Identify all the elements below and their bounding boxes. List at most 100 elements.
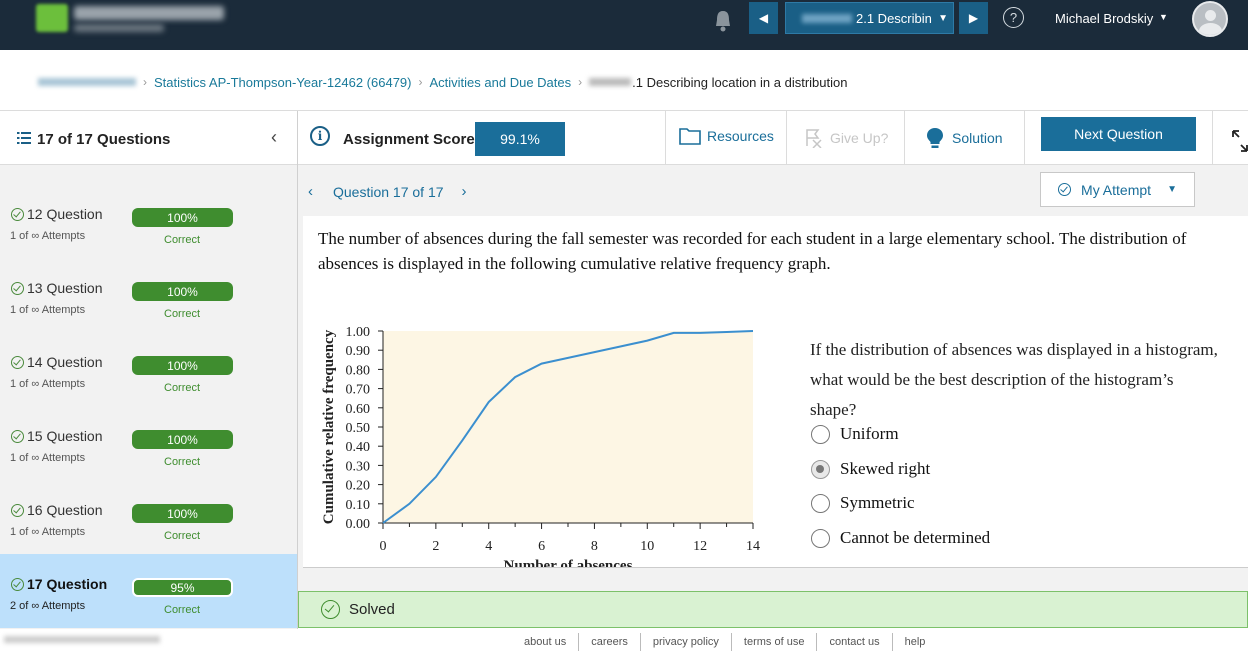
resources-button[interactable]: Resources xyxy=(679,127,774,145)
question-content: ‹ Question 17 of 17 › My Attempt ▼ The n… xyxy=(298,165,1248,591)
fullscreen-expand-icon[interactable] xyxy=(1231,129,1248,153)
check-circle-icon xyxy=(321,600,340,619)
sidebar-item-question-16[interactable]: 16 Question 1 of ∞ Attempts 100% Correct xyxy=(0,487,297,561)
check-circle-icon xyxy=(11,208,24,221)
sidebar-item-question-15[interactable]: 15 Question 1 of ∞ Attempts 100% Correct xyxy=(0,413,297,487)
dropdown-caret-icon: ▼ xyxy=(1167,184,1177,195)
y-tick-label: 0.90 xyxy=(346,344,371,359)
resources-label: Resources xyxy=(707,128,774,144)
check-circle-icon xyxy=(11,430,24,443)
answer-option-skewed-right[interactable]: Skewed right xyxy=(811,459,930,479)
question-prompt: If the distribution of absences was disp… xyxy=(810,340,1218,419)
app-logo-subtext xyxy=(74,24,164,32)
flag-icon xyxy=(806,129,822,148)
avatar[interactable] xyxy=(1192,1,1228,37)
next-question-chevron-icon[interactable]: › xyxy=(462,183,467,200)
dropdown-caret-icon: ▼ xyxy=(938,13,948,24)
next-assignment-button[interactable]: ▶ xyxy=(959,2,988,34)
x-axis: 0 2 4 6 8 10 12 14 xyxy=(380,522,760,554)
answer-option-uniform[interactable]: Uniform xyxy=(811,424,899,444)
list-icon xyxy=(17,132,31,144)
radio-button[interactable] xyxy=(811,424,830,444)
y-tick-label: 1.00 xyxy=(346,325,371,340)
breadcrumb-separator-icon: › xyxy=(418,75,423,89)
x-axis-label: Number of absences xyxy=(504,558,633,568)
footer-link-careers[interactable]: careers xyxy=(579,633,641,651)
y-tick-label: 0.60 xyxy=(346,402,371,417)
status-text: Correct xyxy=(164,234,201,246)
solution-button[interactable]: Solution xyxy=(926,127,1003,149)
score-bar: 100% xyxy=(132,504,233,523)
footer-link-about[interactable]: about us xyxy=(512,633,580,651)
sidebar-item-question-17[interactable]: 17 Question 2 of ∞ Attempts 95% Correct xyxy=(0,554,297,628)
info-icon[interactable]: i xyxy=(310,126,330,146)
y-tick-label: 0.80 xyxy=(346,363,371,378)
y-tick-label: 0.70 xyxy=(346,383,371,398)
breadcrumb-current: .1 Describing location in a distribution xyxy=(589,75,847,90)
solved-label: Solved xyxy=(349,601,395,618)
question-label: 14 Question xyxy=(27,354,103,370)
answer-option-cannot-be-determined[interactable]: Cannot be determined xyxy=(811,528,990,548)
copyright-text xyxy=(4,636,160,643)
footer-links: about us careers privacy policy terms of… xyxy=(512,632,937,652)
help-icon[interactable]: ? xyxy=(1003,7,1024,28)
y-tick-label: 0.50 xyxy=(346,421,371,436)
check-circle-icon xyxy=(11,282,24,295)
attempts-text: 1 of ∞ Attempts xyxy=(10,304,86,316)
app-logo-text xyxy=(74,6,224,20)
breadcrumb-current-prefix xyxy=(589,78,632,86)
plot-background xyxy=(383,331,753,523)
assignment-select-value: 2.1 Describin xyxy=(856,10,932,26)
radio-button[interactable] xyxy=(811,493,830,513)
assignment-select-prefix xyxy=(802,13,852,23)
footer-link-contact[interactable]: contact us xyxy=(817,633,893,651)
breadcrumb: › Statistics AP-Thompson-Year-12462 (664… xyxy=(38,73,847,91)
y-tick-label: 0.20 xyxy=(346,479,371,494)
breadcrumb-activities-link[interactable]: Activities and Due Dates xyxy=(430,75,572,90)
status-text: Correct xyxy=(164,604,201,616)
my-attempt-dropdown[interactable]: My Attempt ▼ xyxy=(1040,172,1195,207)
footer-link-help[interactable]: help xyxy=(893,633,938,651)
attempts-text: 2 of ∞ Attempts xyxy=(10,600,86,612)
x-tick-label: 8 xyxy=(591,539,598,554)
next-question-button[interactable]: Next Question xyxy=(1041,117,1196,151)
y-axis-label: Cumulative relative frequency xyxy=(321,329,337,524)
radio-button[interactable] xyxy=(811,528,830,548)
assignment-select[interactable]: 2.1 Describin ▼ xyxy=(785,2,954,34)
top-bar: ◀ 2.1 Describin ▼ ▶ ? Michael Brodskiy ▼ xyxy=(0,0,1248,50)
sidebar-item-question-13[interactable]: 13 Question 1 of ∞ Attempts 100% Correct xyxy=(0,265,297,339)
caret-left-icon: ◀ xyxy=(758,11,769,25)
answer-option-symmetric[interactable]: Symmetric xyxy=(811,493,915,513)
collapse-sidebar-icon[interactable]: ‹ xyxy=(271,127,277,148)
notification-bell-icon[interactable] xyxy=(712,8,734,34)
check-circle-icon xyxy=(11,578,24,591)
y-axis: 0.00 0.10 0.20 0.30 0.40 0.50 0.60 0.70 0.80 0.90… xyxy=(346,325,384,532)
footer-link-privacy[interactable]: privacy policy xyxy=(641,633,732,651)
prev-question-chevron-icon[interactable]: ‹ xyxy=(308,183,313,200)
breadcrumb-course-link[interactable]: Statistics AP-Thompson-Year-12462 (66479… xyxy=(154,75,412,90)
breadcrumb-home-link[interactable] xyxy=(38,78,136,86)
status-text: Correct xyxy=(164,382,201,394)
give-up-button[interactable]: Give Up? xyxy=(804,128,888,148)
user-menu-caret-icon[interactable]: ▼ xyxy=(1159,12,1168,22)
y-tick-label: 0.30 xyxy=(346,459,371,474)
radio-button[interactable] xyxy=(811,459,830,479)
answer-option-label: Uniform xyxy=(840,424,899,443)
sidebar-item-question-12[interactable]: 12 Question 1 of ∞ Attempts 100% Correct xyxy=(0,191,297,265)
y-tick-label: 0.00 xyxy=(346,517,371,532)
score-bar: 100% xyxy=(132,356,233,375)
app-logo[interactable] xyxy=(36,4,68,32)
sidebar-item-question-14[interactable]: 14 Question 1 of ∞ Attempts 100% Correct xyxy=(0,339,297,413)
prev-assignment-button[interactable]: ◀ xyxy=(749,2,778,34)
user-name[interactable]: Michael Brodskiy xyxy=(1055,11,1153,26)
toolbar-divider xyxy=(786,111,787,165)
sidebar-title: 17 of 17 Questions xyxy=(37,131,171,148)
footer-link-terms[interactable]: terms of use xyxy=(732,633,818,651)
x-tick-label: 2 xyxy=(432,539,439,554)
x-tick-label: 0 xyxy=(380,539,387,554)
x-tick-label: 14 xyxy=(746,539,760,554)
attempts-text: 1 of ∞ Attempts xyxy=(10,230,86,242)
breadcrumb-separator-icon: › xyxy=(578,75,583,89)
avatar-head-shape xyxy=(1205,10,1216,21)
x-tick-label: 4 xyxy=(485,539,492,554)
